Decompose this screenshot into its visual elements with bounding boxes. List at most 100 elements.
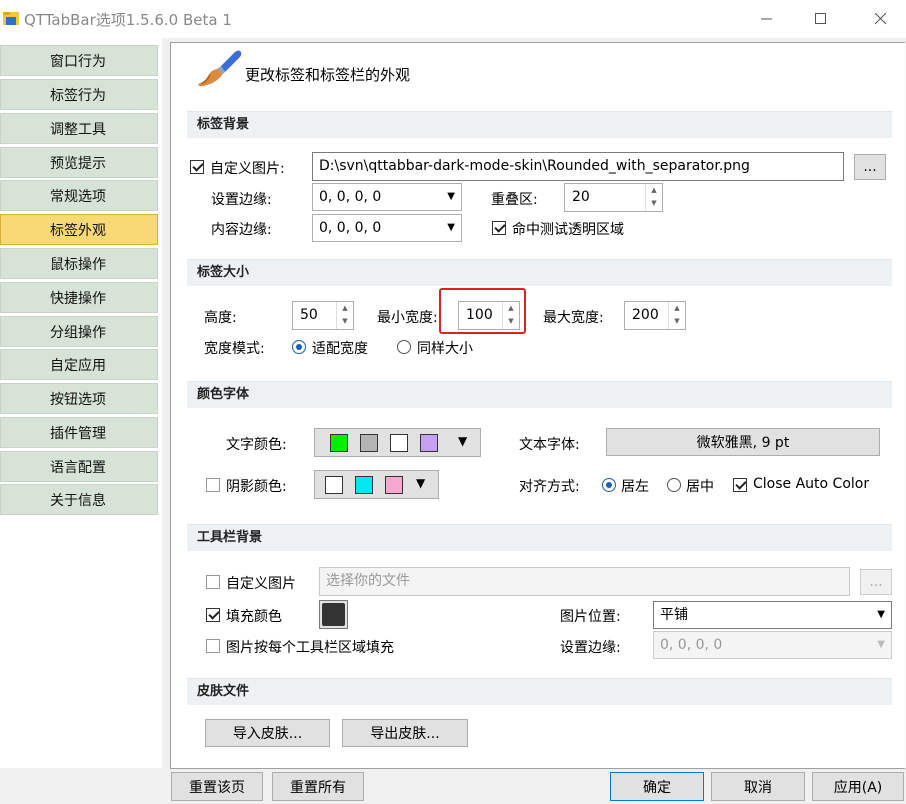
section-toolbar-background: 工具栏背景 [187, 524, 892, 551]
margin-select[interactable]: 0, 0, 0, 0 ▼ [312, 183, 462, 211]
shadow-color-label: 阴影颜色: [226, 479, 287, 495]
close-icon [875, 13, 887, 25]
chevron-down-icon: ▼ [447, 222, 455, 233]
sidebar-item-apps[interactable]: 自定应用 [0, 349, 158, 380]
sidebar-item-buttons[interactable]: 按钮选项 [0, 383, 158, 414]
padding-select[interactable]: 0, 0, 0, 0 ▼ [312, 214, 462, 242]
height-label: 高度: [204, 310, 237, 326]
per-toolbar-fill-label: 图片按每个工具栏区域填充 [226, 640, 394, 656]
section-color-font: 颜色字体 [187, 381, 892, 408]
sidebar-item-shortcuts[interactable]: 快捷操作 [0, 282, 158, 313]
spin-up-icon[interactable]: ▲ [669, 302, 685, 315]
spin-down-icon[interactable]: ▼ [669, 315, 685, 328]
width-mode-label: 宽度模式: [204, 341, 265, 357]
apply-button[interactable]: 应用(A) [812, 772, 904, 801]
text-color-picker[interactable]: ▼ [314, 428, 481, 457]
sidebar-item-general[interactable]: 常规选项 [0, 180, 158, 211]
overlap-value: 20 [572, 189, 590, 205]
shadow-color-swatch [325, 476, 343, 494]
sidebar-item-tweaks[interactable]: 调整工具 [0, 113, 158, 144]
text-color-swatch [330, 434, 348, 452]
sidebar-item-tab-appearance[interactable]: 标签外观 [0, 214, 158, 245]
toolbar-custom-image-checkbox[interactable] [206, 575, 220, 589]
shadow-color-swatch [385, 476, 403, 494]
align-center-label: 居中 [686, 479, 714, 495]
sidebar-item-about[interactable]: 关于信息 [0, 484, 158, 515]
window-title: QTTabBar选项1.5.6.0 Beta 1 [24, 11, 232, 29]
sidebar-item-plugins[interactable]: 插件管理 [0, 417, 158, 448]
align-left-radio[interactable] [602, 478, 616, 492]
height-spinner[interactable]: 50 ▲ ▼ [292, 301, 354, 330]
close-button[interactable] [858, 0, 904, 38]
ok-button[interactable]: 确定 [610, 772, 704, 801]
sidebar-item-language[interactable]: 语言配置 [0, 451, 158, 482]
height-value: 50 [300, 307, 318, 323]
section-tab-background: 标签背景 [187, 111, 892, 138]
spin-up-icon[interactable]: ▲ [646, 184, 662, 197]
toolbar-custom-image-label: 自定义图片 [226, 576, 296, 592]
toolbar-margin-select[interactable]: 0, 0, 0, 0 ▼ [653, 631, 892, 659]
cancel-button[interactable]: 取消 [711, 772, 805, 801]
reset-all-button[interactable]: 重置所有 [272, 772, 364, 801]
max-width-label: 最大宽度: [543, 310, 604, 326]
align-label: 对齐方式: [519, 479, 580, 495]
sidebar: 窗口行为 标签行为 调整工具 预览提示 常规选项 标签外观 鼠标操作 快捷操作 … [0, 38, 162, 768]
chevron-down-icon: ▼ [458, 434, 468, 448]
custom-image-checkbox[interactable] [190, 160, 204, 174]
shadow-color-picker[interactable]: ▼ [314, 470, 439, 499]
align-center-radio[interactable] [667, 478, 681, 492]
image-position-select[interactable]: 平铺 ▼ [653, 601, 892, 629]
page-title: 更改标签和标签栏的外观 [245, 66, 411, 84]
toolbar-margin-value: 0, 0, 0, 0 [660, 637, 723, 653]
min-width-label: 最小宽度: [377, 310, 438, 326]
padding-select-value: 0, 0, 0, 0 [319, 220, 382, 236]
shadow-color-checkbox[interactable] [206, 478, 220, 492]
maximize-button[interactable] [798, 0, 844, 38]
width-mode-fit-radio[interactable] [292, 340, 306, 354]
spin-down-icon[interactable]: ▼ [646, 197, 662, 210]
text-color-swatch [420, 434, 438, 452]
overlap-label: 重叠区: [491, 192, 538, 208]
margin-select-value: 0, 0, 0, 0 [319, 189, 382, 205]
custom-image-label: 自定义图片: [210, 161, 285, 177]
image-position-value: 平铺 [660, 607, 688, 623]
width-mode-fit-label: 适配宽度 [312, 341, 368, 357]
padding-label: 内容边缘: [211, 222, 272, 238]
tab-image-path-field[interactable]: D:\svn\qttabbar-dark-mode-skin\Rounded_w… [312, 152, 844, 181]
fill-color-picker[interactable] [319, 600, 348, 629]
font-picker-button[interactable]: 微软雅黑, 9 pt [606, 428, 880, 456]
overlap-spinner[interactable]: 20 ▲ ▼ [564, 183, 663, 212]
hittest-checkbox[interactable] [492, 221, 506, 235]
spin-down-icon[interactable]: ▼ [337, 315, 353, 328]
fill-color-swatch [322, 603, 345, 626]
browse-toolbar-image-button[interactable]: ... [860, 569, 892, 595]
width-mode-same-radio[interactable] [397, 340, 411, 354]
paintbrush-icon [198, 50, 242, 87]
sidebar-item-window-behavior[interactable]: 窗口行为 [0, 45, 158, 76]
close-auto-color-label: Close Auto Color [753, 476, 870, 492]
close-auto-color-checkbox[interactable] [733, 478, 747, 492]
per-toolbar-fill-checkbox[interactable] [206, 639, 220, 653]
toolbar-image-path-field[interactable]: 选择你的文件 [319, 567, 850, 596]
text-color-swatch [390, 434, 408, 452]
sidebar-item-preview-tooltip[interactable]: 预览提示 [0, 147, 158, 178]
sidebar-item-mouse[interactable]: 鼠标操作 [0, 248, 158, 279]
browse-tab-image-button[interactable]: ... [854, 154, 886, 180]
spin-up-icon[interactable]: ▲ [337, 302, 353, 315]
toolbar-margin-label: 设置边缘: [560, 640, 621, 656]
export-skin-button[interactable]: 导出皮肤... [342, 719, 468, 747]
max-width-spinner[interactable]: 200 ▲ ▼ [624, 301, 686, 330]
reset-page-button[interactable]: 重置该页 [171, 772, 263, 801]
app-folder-icon [3, 12, 19, 25]
sidebar-item-tab-behavior[interactable]: 标签行为 [0, 79, 158, 110]
shadow-color-swatch [355, 476, 373, 494]
minimize-button[interactable] [744, 0, 790, 38]
image-position-label: 图片位置: [560, 609, 621, 625]
fill-color-checkbox[interactable] [206, 608, 220, 622]
sidebar-item-groups[interactable]: 分组操作 [0, 316, 158, 347]
chevron-down-icon: ▼ [416, 476, 426, 490]
import-skin-button[interactable]: 导入皮肤... [205, 719, 330, 747]
maximize-icon [815, 13, 826, 24]
text-color-label: 文字颜色: [226, 437, 287, 453]
highlight-annotation [439, 288, 526, 334]
